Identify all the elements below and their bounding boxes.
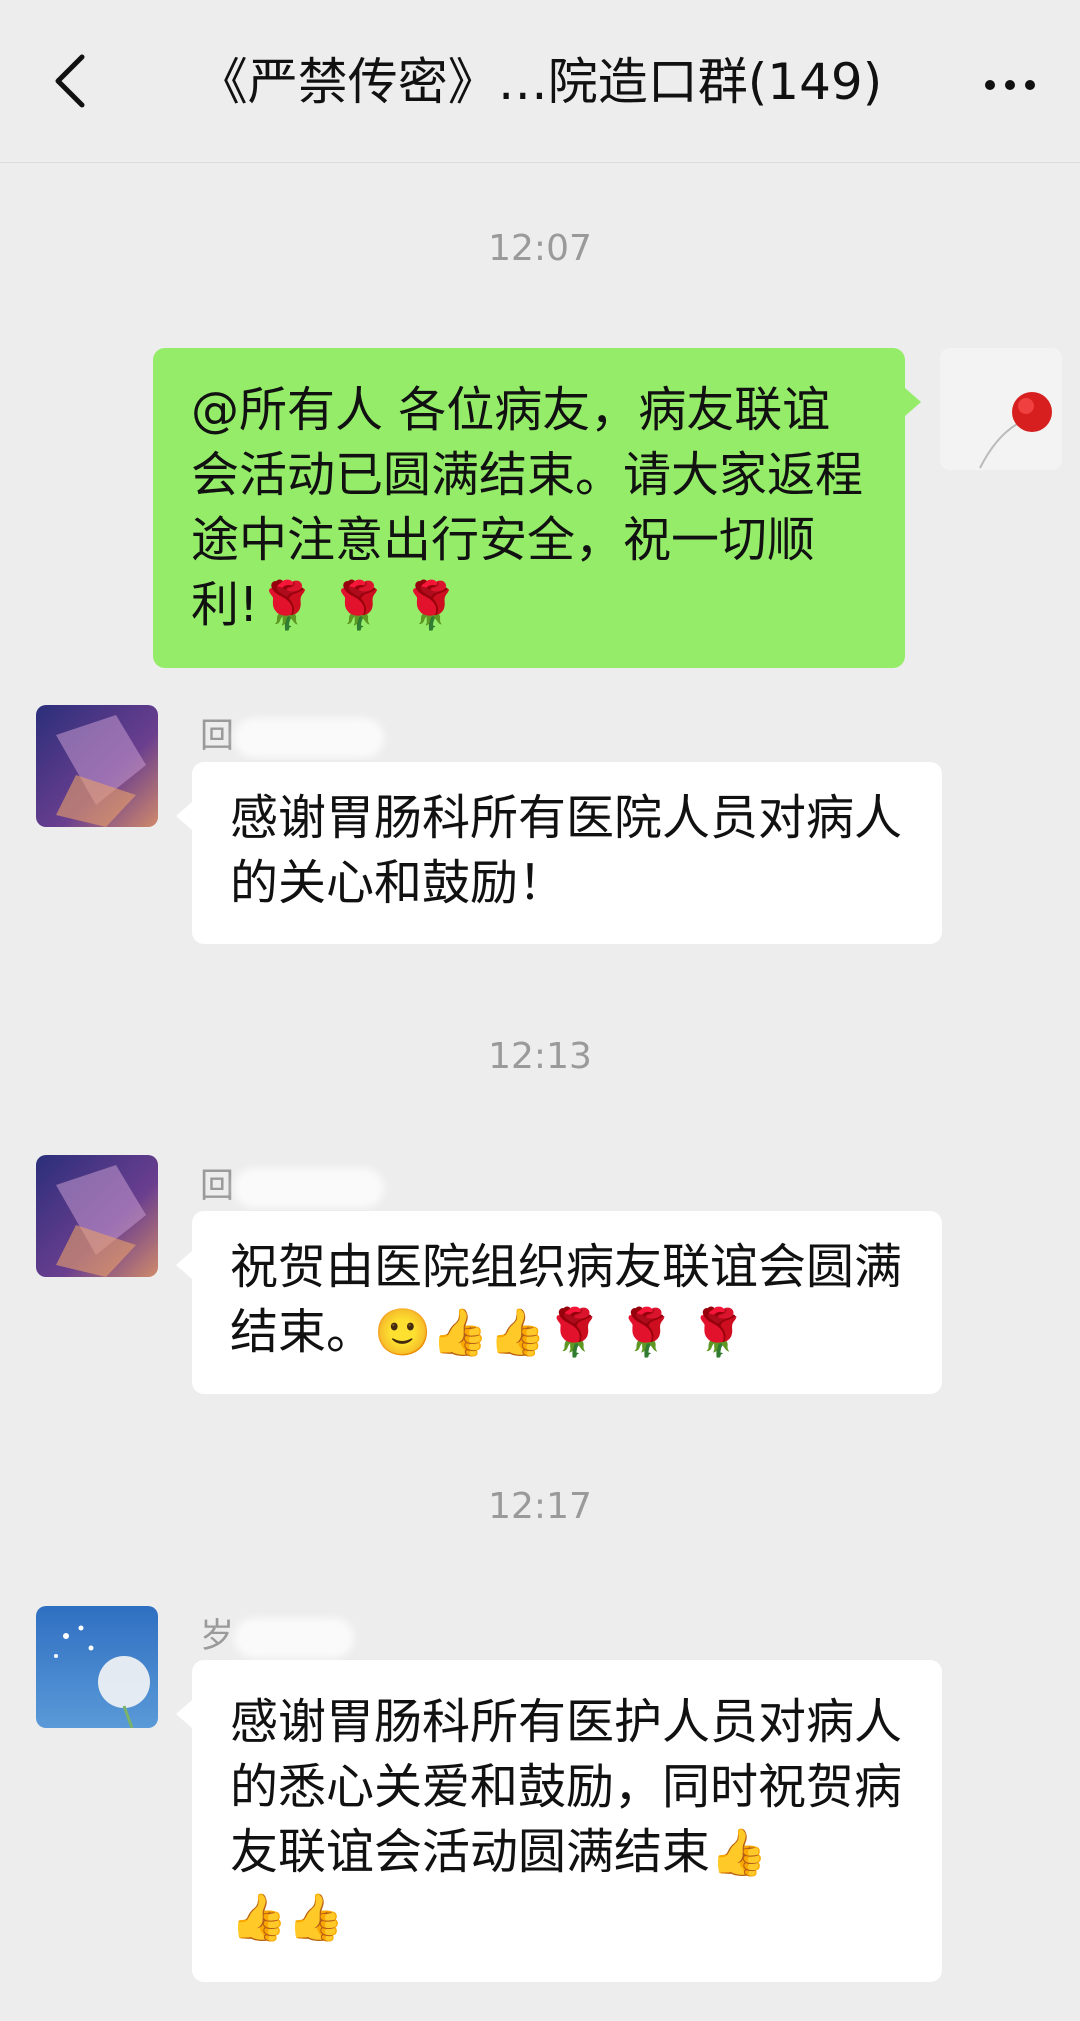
message-text: 感谢胃肠科所有医院人员对病人的关心和鼓励！	[230, 790, 903, 911]
message-bubble[interactable]: 感谢胃肠科所有医护人员对病人的悉心关爱和鼓励，同时祝贺病友联谊会活动圆满结束👍 …	[176, 1660, 942, 1982]
own-avatar[interactable]	[940, 348, 1062, 470]
rose-emoji: 🌹 🌹 🌹	[258, 578, 460, 632]
blurred-name	[234, 717, 384, 758]
back-chevron-icon	[55, 54, 85, 108]
thumbs-up-emoji: 👍	[710, 1825, 768, 1879]
message-text: 感谢胃肠科所有医护人员对病人的悉心关爱和鼓励，同时祝贺病友联谊会活动圆满结束	[230, 1694, 903, 1880]
sender-name-text: 回	[200, 716, 234, 756]
timestamp: 12:17	[488, 1486, 592, 1527]
sender-name-text: 回	[200, 1166, 234, 1206]
thumbs-up-emoji: 👍👍	[230, 1890, 345, 1944]
sender-name: 岁	[200, 1612, 420, 1660]
message-bubble[interactable]: 感谢胃肠科所有医院人员对病人的关心和鼓励！	[176, 762, 942, 944]
blurred-name	[234, 1617, 354, 1658]
timestamp: 12:07	[488, 228, 592, 269]
emoji-sequence: 🙂👍👍🌹 🌹 🌹	[374, 1305, 747, 1359]
bubble-tail	[176, 1251, 192, 1279]
blurred-name	[234, 1167, 384, 1208]
bubble-tail	[176, 802, 192, 830]
own-message-bubble[interactable]: @所有人 各位病友，病友联谊会活动已圆满结束。请大家返程途中注意出行安全，祝一切…	[153, 348, 921, 668]
timestamp: 12:13	[488, 1036, 592, 1077]
sender-name: 回	[200, 1162, 420, 1210]
more-options-button[interactable]	[965, 50, 1055, 120]
chat-header: 《严禁传密》…院造口群(149)	[0, 0, 1080, 163]
sender-name-text: 岁	[200, 1616, 234, 1656]
sender-avatar[interactable]	[36, 705, 158, 827]
more-dots-icon	[1025, 80, 1035, 90]
bubble-tail	[176, 1700, 192, 1728]
bubble-tail	[905, 388, 921, 416]
chat-title: 《严禁传密》…院造口群(149)	[197, 53, 883, 111]
abstract-purple-avatar-icon	[36, 1155, 158, 1277]
red-flower-avatar-icon	[940, 348, 1062, 470]
back-button[interactable]	[30, 36, 110, 126]
dandelion-avatar-icon	[36, 1606, 158, 1728]
more-dots-icon	[1005, 80, 1015, 90]
sender-avatar[interactable]	[36, 1606, 158, 1728]
more-dots-icon	[985, 80, 995, 90]
sender-avatar[interactable]	[36, 1155, 158, 1277]
message-bubble[interactable]: 祝贺由医院组织病友联谊会圆满结束。🙂👍👍🌹 🌹 🌹	[176, 1211, 942, 1394]
sender-name: 回	[200, 712, 420, 760]
abstract-purple-avatar-icon	[36, 705, 158, 827]
